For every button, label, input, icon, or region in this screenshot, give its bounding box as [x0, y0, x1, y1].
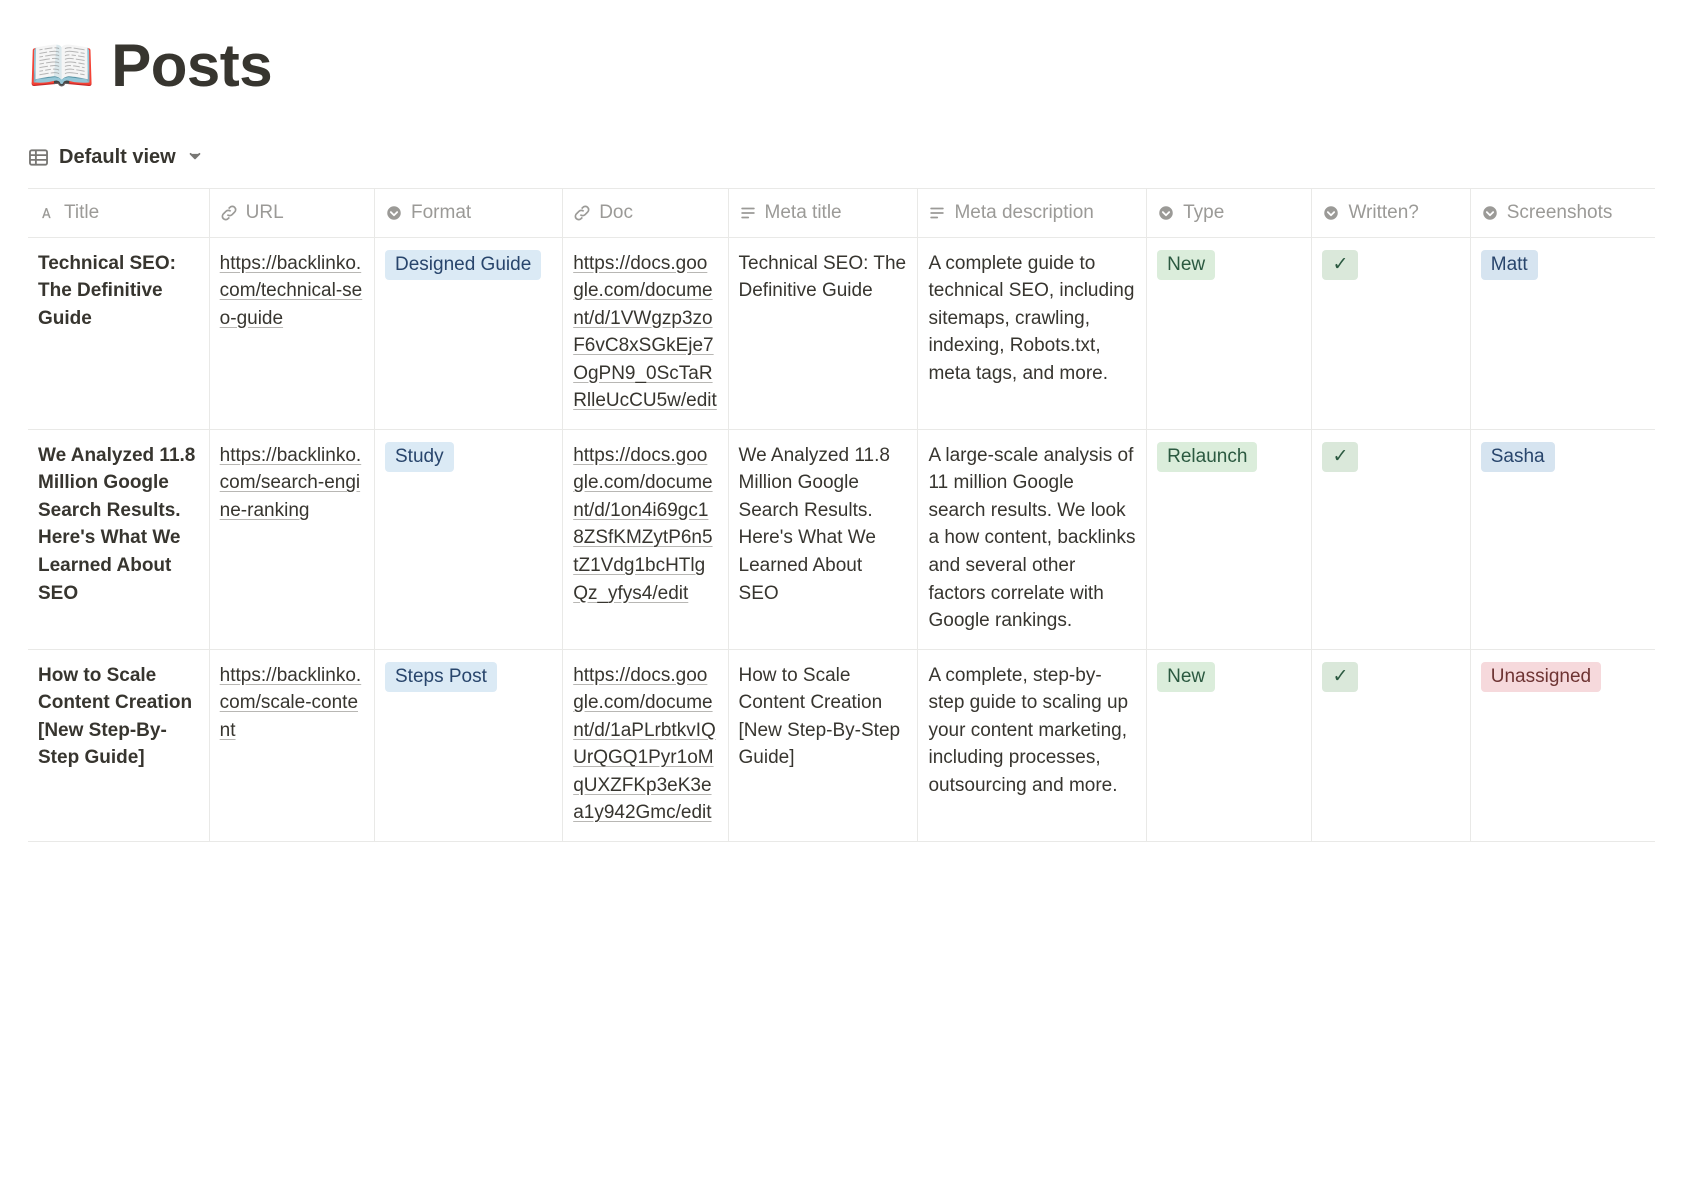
cell-title[interactable]: We Analyzed 11.8 Million Google Search R… — [28, 429, 209, 649]
cell-format[interactable]: Designed Guide — [375, 237, 563, 429]
col-header-written[interactable]: Written? — [1312, 189, 1470, 238]
table-header-row: Title URL Format Doc Meta title Meta des… — [28, 189, 1655, 238]
cell-meta-description[interactable]: A complete, step-by-step guide to scalin… — [918, 649, 1147, 841]
col-header-meta-title[interactable]: Meta title — [728, 189, 918, 238]
cell-written[interactable]: ✓ — [1312, 429, 1470, 649]
select-icon — [1322, 204, 1340, 222]
cell-written[interactable]: ✓ — [1312, 237, 1470, 429]
format-tag[interactable]: Study — [385, 442, 454, 473]
cell-type[interactable]: New — [1147, 237, 1312, 429]
cell-meta-title[interactable]: Technical SEO: The Definitive Guide — [728, 237, 918, 429]
table-row[interactable]: We Analyzed 11.8 Million Google Search R… — [28, 429, 1655, 649]
chevron-down-icon — [188, 143, 202, 172]
table-icon — [28, 147, 49, 168]
type-tag[interactable]: New — [1157, 662, 1215, 693]
col-header-screenshots[interactable]: Screenshots — [1470, 189, 1655, 238]
written-tag[interactable]: ✓ — [1322, 662, 1358, 693]
link-icon — [573, 204, 591, 222]
link-icon — [220, 204, 238, 222]
page-title[interactable]: Posts — [111, 22, 272, 109]
cell-doc[interactable]: https://docs.google.com/document/d/1aPLr… — [563, 649, 728, 841]
col-header-type[interactable]: Type — [1147, 189, 1312, 238]
view-name: Default view — [59, 143, 176, 172]
cell-url[interactable]: https://backlinko.com/technical-seo-guid… — [209, 237, 374, 429]
cell-url[interactable]: https://backlinko.com/scale-content — [209, 649, 374, 841]
cell-meta-description[interactable]: A complete guide to technical SEO, inclu… — [918, 237, 1147, 429]
text-icon — [928, 204, 946, 222]
cell-meta-title[interactable]: How to Scale Content Creation [New Step-… — [728, 649, 918, 841]
table-row[interactable]: How to Scale Content Creation [New Step-… — [28, 649, 1655, 841]
format-tag[interactable]: Steps Post — [385, 662, 497, 693]
cell-type[interactable]: Relaunch — [1147, 429, 1312, 649]
select-icon — [1481, 204, 1499, 222]
cell-url[interactable]: https://backlinko.com/search-engine-rank… — [209, 429, 374, 649]
cell-screenshots[interactable]: Sasha — [1470, 429, 1655, 649]
title-prop-icon — [38, 204, 56, 222]
table-row[interactable]: Technical SEO: The Definitive Guidehttps… — [28, 237, 1655, 429]
col-header-url[interactable]: URL — [209, 189, 374, 238]
cell-type[interactable]: New — [1147, 649, 1312, 841]
type-tag[interactable]: New — [1157, 250, 1215, 281]
cell-screenshots[interactable]: Matt — [1470, 237, 1655, 429]
page-icon[interactable]: 📖 — [28, 39, 95, 93]
page-header: 📖 Posts — [28, 22, 1655, 109]
select-icon — [385, 204, 403, 222]
cell-written[interactable]: ✓ — [1312, 649, 1470, 841]
written-tag[interactable]: ✓ — [1322, 442, 1358, 473]
url-link[interactable]: https://backlinko.com/scale-content — [220, 665, 362, 741]
view-switcher[interactable]: Default view — [28, 143, 1655, 172]
cell-screenshots[interactable]: Unassigned — [1470, 649, 1655, 841]
screenshots-tag[interactable]: Unassigned — [1481, 662, 1601, 693]
cell-doc[interactable]: https://docs.google.com/document/d/1on4i… — [563, 429, 728, 649]
select-icon — [1157, 204, 1175, 222]
url-link[interactable]: https://backlinko.com/search-engine-rank… — [220, 445, 362, 521]
url-link[interactable]: https://backlinko.com/technical-seo-guid… — [220, 253, 363, 329]
type-tag[interactable]: Relaunch — [1157, 442, 1257, 473]
cell-format[interactable]: Study — [375, 429, 563, 649]
text-icon — [739, 204, 757, 222]
screenshots-tag[interactable]: Sasha — [1481, 442, 1555, 473]
col-header-meta-desc[interactable]: Meta description — [918, 189, 1147, 238]
col-header-format[interactable]: Format — [375, 189, 563, 238]
cell-format[interactable]: Steps Post — [375, 649, 563, 841]
cell-doc[interactable]: https://docs.google.com/document/d/1VWgz… — [563, 237, 728, 429]
col-header-doc[interactable]: Doc — [563, 189, 728, 238]
cell-title[interactable]: How to Scale Content Creation [New Step-… — [28, 649, 209, 841]
cell-title[interactable]: Technical SEO: The Definitive Guide — [28, 237, 209, 429]
col-header-title[interactable]: Title — [28, 189, 209, 238]
screenshots-tag[interactable]: Matt — [1481, 250, 1538, 281]
cell-meta-title[interactable]: We Analyzed 11.8 Million Google Search R… — [728, 429, 918, 649]
database-table: Title URL Format Doc Meta title Meta des… — [28, 188, 1655, 842]
format-tag[interactable]: Designed Guide — [385, 250, 541, 281]
written-tag[interactable]: ✓ — [1322, 250, 1358, 281]
cell-meta-description[interactable]: A large-scale analysis of 11 million Goo… — [918, 429, 1147, 649]
